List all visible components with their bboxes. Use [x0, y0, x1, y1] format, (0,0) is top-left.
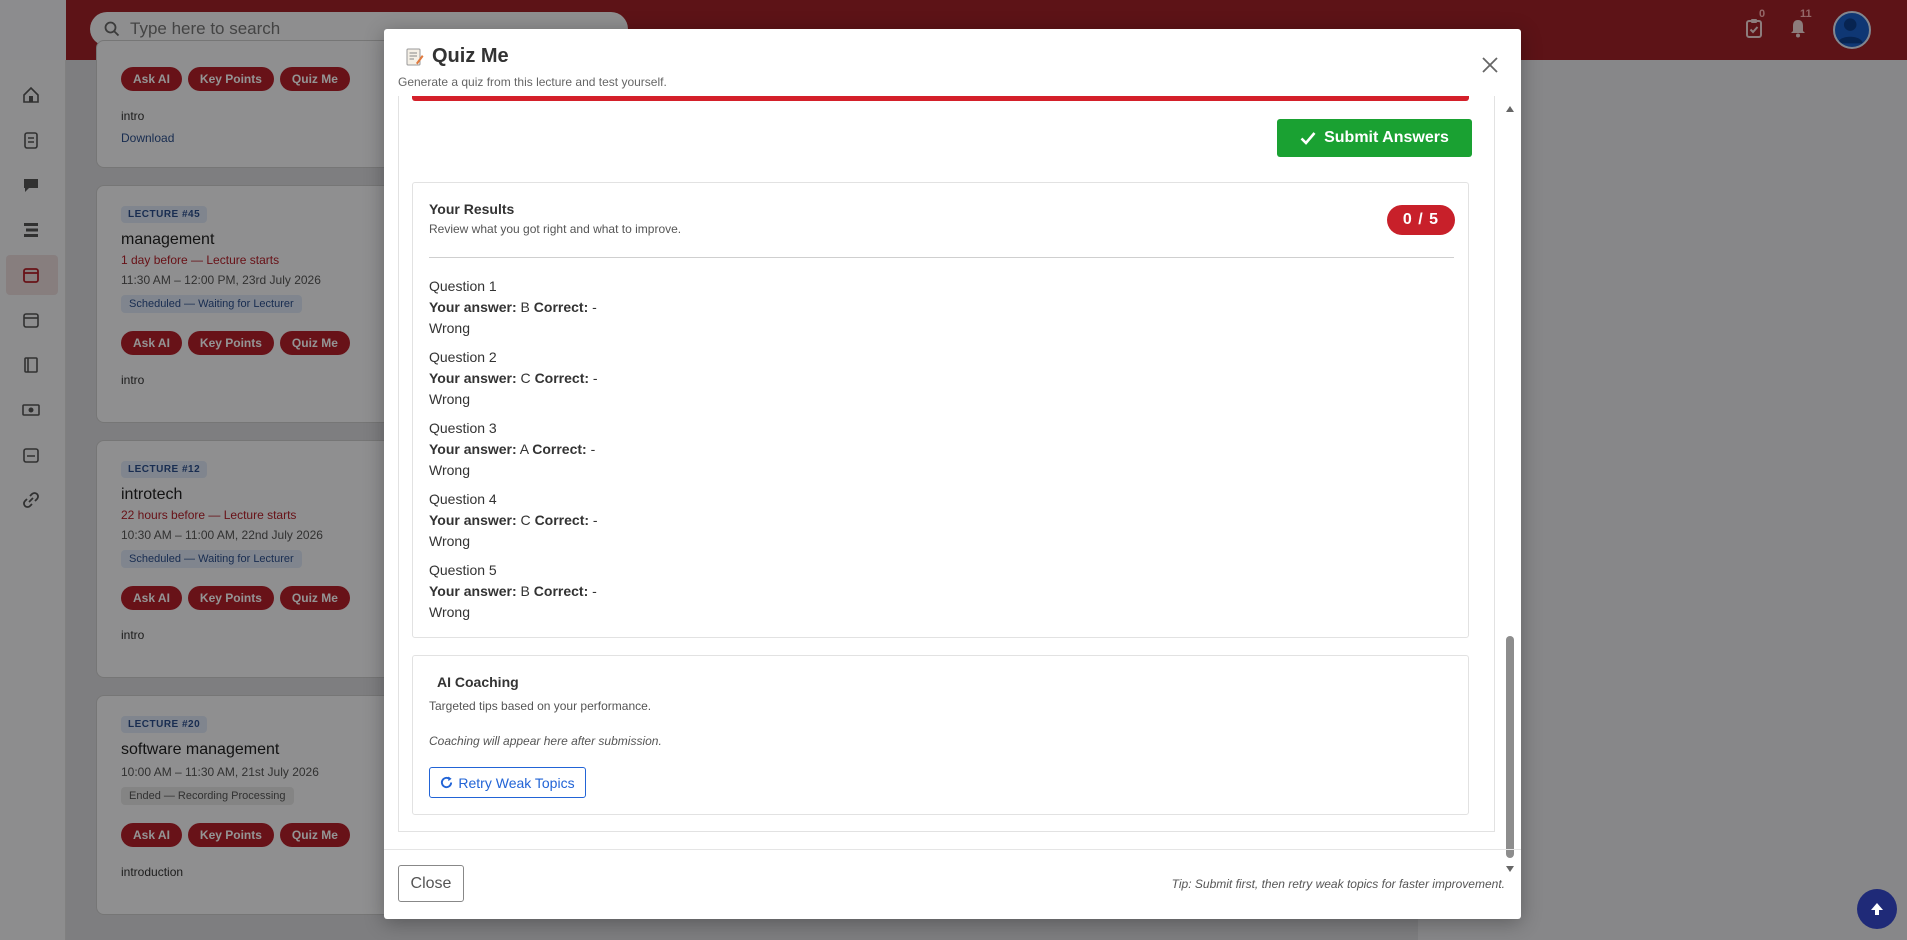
correct-answer: -: [592, 299, 597, 315]
question-result: Question 1 Your answer: B Correct: - Wro…: [429, 276, 598, 347]
verdict: Wrong: [429, 391, 470, 407]
correct-label: Correct:: [533, 583, 589, 599]
question-label: Question 2: [429, 349, 497, 365]
modal-scrollbar[interactable]: [1504, 96, 1516, 872]
memo-icon: [406, 48, 424, 65]
close-icon[interactable]: [1481, 56, 1499, 74]
answer-label: Your answer:: [429, 370, 517, 386]
correct-answer: -: [590, 441, 596, 457]
user-answer: A: [519, 441, 529, 457]
answer-label: Your answer:: [429, 299, 517, 315]
results-panel: Your Results Review what you got right a…: [412, 182, 1469, 638]
coaching-subtitle: Targeted tips based on your performance.: [429, 699, 652, 713]
scroll-to-top-button[interactable]: [1857, 889, 1897, 929]
modal-title-text: Quiz Me: [432, 45, 509, 67]
answer-label: Your answer:: [429, 583, 517, 599]
retry-weak-topics-button[interactable]: Retry Weak Topics: [429, 767, 586, 798]
submit-answers-label: Submit Answers: [1324, 129, 1449, 146]
results-title: Your Results: [429, 201, 515, 217]
user-answer: C: [520, 370, 531, 386]
modal-header: Quiz Me Generate a quiz from this lectur…: [384, 29, 1521, 94]
footer-tip: Tip: Submit first, then retry weak topic…: [1171, 877, 1505, 891]
user-answer: B: [520, 299, 530, 315]
question-result: Question 4 Your answer: C Correct: - Wro…: [429, 489, 598, 560]
correct-answer: -: [592, 370, 598, 386]
scroll-up-arrow-icon[interactable]: [1506, 106, 1514, 112]
question-label: Question 5: [429, 562, 497, 578]
user-answer: C: [520, 512, 531, 528]
modal-scroll-area[interactable]: Submit Answers Your Results Review what …: [398, 96, 1495, 832]
coaching-title: AI Coaching: [437, 674, 519, 690]
score-badge: 0 / 5: [1387, 205, 1455, 235]
refresh-icon: [441, 776, 453, 789]
close-button[interactable]: Close: [398, 865, 464, 902]
check-icon: [1300, 132, 1316, 145]
retry-weak-topics-label: Retry Weak Topics: [458, 774, 575, 791]
question-result: Question 5 Your answer: B Correct: - Wro…: [429, 560, 598, 631]
question-label: Question 3: [429, 420, 497, 436]
coaching-placeholder: Coaching will appear here after submissi…: [429, 734, 662, 748]
modal-footer: Close Tip: Submit first, then retry weak…: [384, 849, 1521, 919]
correct-label: Correct:: [534, 512, 590, 528]
answer-label: Your answer:: [429, 441, 517, 457]
modal-title: Quiz Me: [404, 45, 509, 68]
ai-coaching-panel: AI Coaching Targeted tips based on your …: [412, 655, 1469, 815]
question-result: Question 3 Your answer: A Correct: - Wro…: [429, 418, 598, 489]
question-results-list: Question 1 Your answer: B Correct: - Wro…: [429, 276, 598, 631]
results-divider: [429, 257, 1454, 258]
results-subtitle: Review what you got right and what to im…: [429, 222, 682, 236]
correct-label: Correct:: [532, 441, 587, 457]
submit-answers-button[interactable]: Submit Answers: [1277, 119, 1472, 157]
user-answer: B: [520, 583, 530, 599]
question-label: Question 1: [429, 278, 497, 294]
arrow-up-icon: [1871, 903, 1883, 915]
correct-answer: -: [592, 583, 597, 599]
quiz-me-modal: Quiz Me Generate a quiz from this lectur…: [384, 29, 1521, 919]
verdict: Wrong: [429, 320, 470, 336]
question-result: Question 2 Your answer: C Correct: - Wro…: [429, 347, 598, 418]
question-label: Question 4: [429, 491, 497, 507]
modal-subtitle: Generate a quiz from this lecture and te…: [398, 75, 667, 89]
correct-label: Correct:: [534, 370, 590, 386]
scrollbar-thumb[interactable]: [1506, 636, 1514, 858]
verdict: Wrong: [429, 604, 470, 620]
correct-answer: -: [592, 512, 598, 528]
verdict: Wrong: [429, 533, 470, 549]
verdict: Wrong: [429, 462, 470, 478]
answer-label: Your answer:: [429, 512, 517, 528]
quiz-progress-bar: [412, 96, 1469, 101]
correct-label: Correct:: [533, 299, 589, 315]
